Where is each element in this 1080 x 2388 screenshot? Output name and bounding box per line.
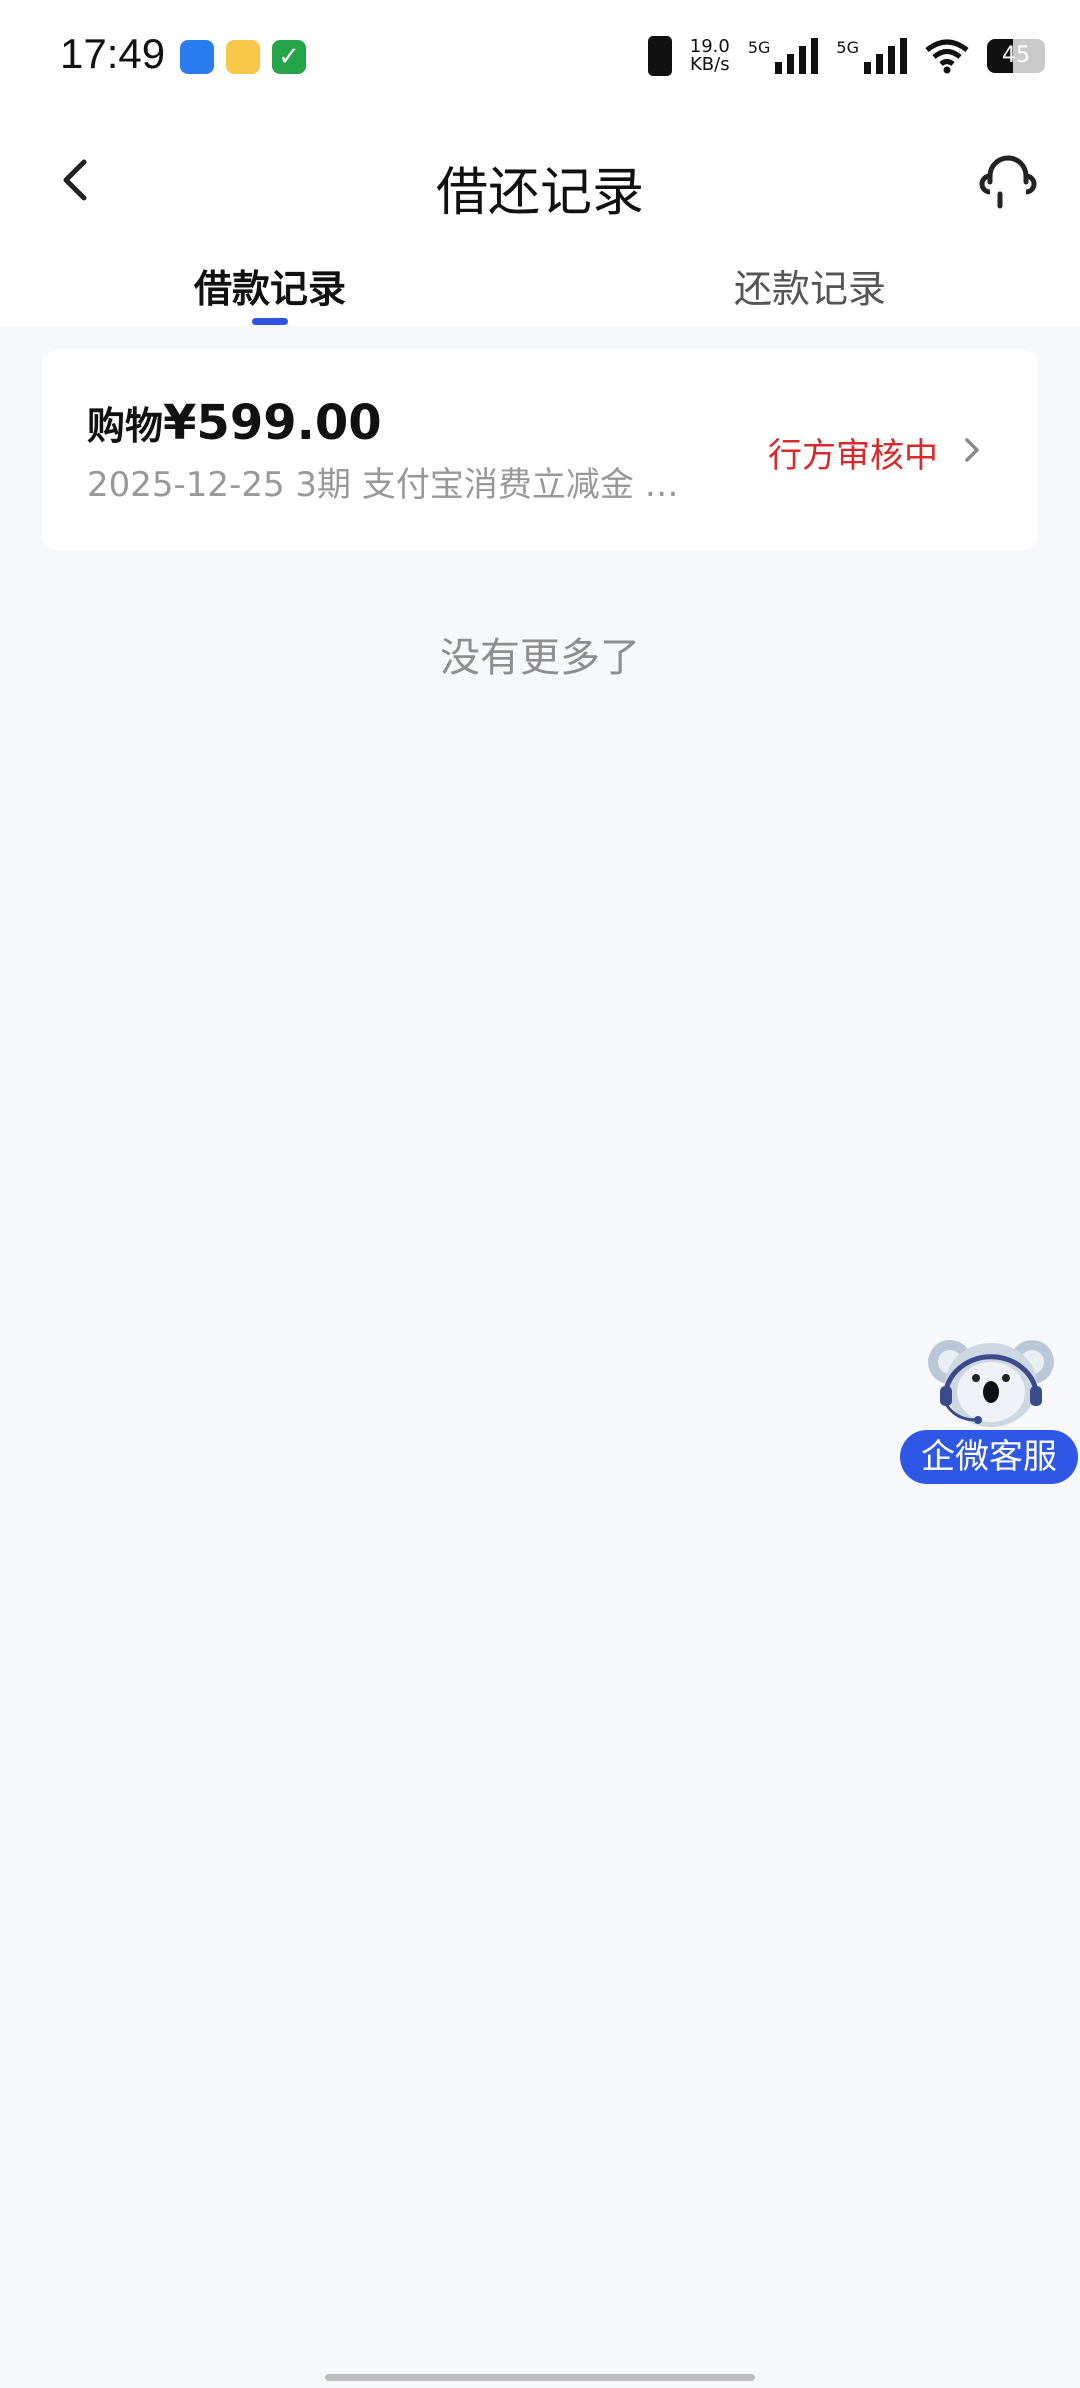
record-status: 行方审核中: [768, 436, 938, 476]
customer-service-icon[interactable]: [976, 148, 1040, 212]
record-tabs: 借款记录 还款记录: [0, 240, 1080, 326]
floating-service-label: 企微客服: [900, 1430, 1078, 1484]
vibrate-icon: [647, 36, 672, 76]
signal-icon: 5G: [836, 38, 907, 74]
battery-icon: 45: [987, 39, 1045, 73]
network-speed: 19.0 KB/s: [690, 38, 730, 74]
tab-repay-records[interactable]: 还款记录: [660, 258, 960, 313]
list-end-text: 没有更多了: [440, 635, 640, 681]
signal-5g-label: 5G: [836, 38, 859, 57]
status-time: 17:49: [60, 30, 166, 77]
active-tab-indicator: [252, 318, 288, 325]
app-notification-icon: [180, 40, 214, 74]
screen: 17:49 ✓ 19.0 KB/s 5G 5G 45 借还记录 借款记录 还款记…: [0, 0, 1080, 2388]
page-title: 借还记录: [435, 163, 644, 223]
record-category: 购物: [87, 404, 164, 448]
network-speed-unit: KB/s: [690, 54, 730, 75]
loan-record-card[interactable]: 购物¥599.00 2025-12-25 3期 支付宝消费立减金 … 行方审核中: [42, 350, 1038, 550]
status-indicators: 19.0 KB/s 5G 5G 45: [647, 36, 1045, 76]
check-icon: ✓: [272, 40, 306, 74]
chevron-right-icon: [965, 438, 979, 462]
floating-service-button[interactable]: 企微客服: [898, 1330, 1080, 1490]
app-notification-icon: [226, 40, 260, 74]
wifi-icon: [925, 39, 969, 74]
status-bar: 17:49 ✓ 19.0 KB/s 5G 5G 45: [0, 0, 1080, 120]
record-amount: ¥599.00: [163, 395, 382, 451]
signal-icon: 5G: [748, 38, 819, 74]
nav-bar: 借还记录: [0, 120, 1080, 240]
home-indicator[interactable]: [325, 2374, 755, 2381]
signal-5g-label: 5G: [747, 38, 771, 57]
koala-mascot-icon: [928, 1340, 1054, 1427]
record-title: 购物¥599.00: [87, 395, 382, 451]
tab-borrow-records[interactable]: 借款记录: [120, 258, 420, 313]
record-subtitle: 2025-12-25 3期 支付宝消费立减金 …: [87, 465, 679, 505]
status-app-icons: ✓: [180, 40, 306, 74]
